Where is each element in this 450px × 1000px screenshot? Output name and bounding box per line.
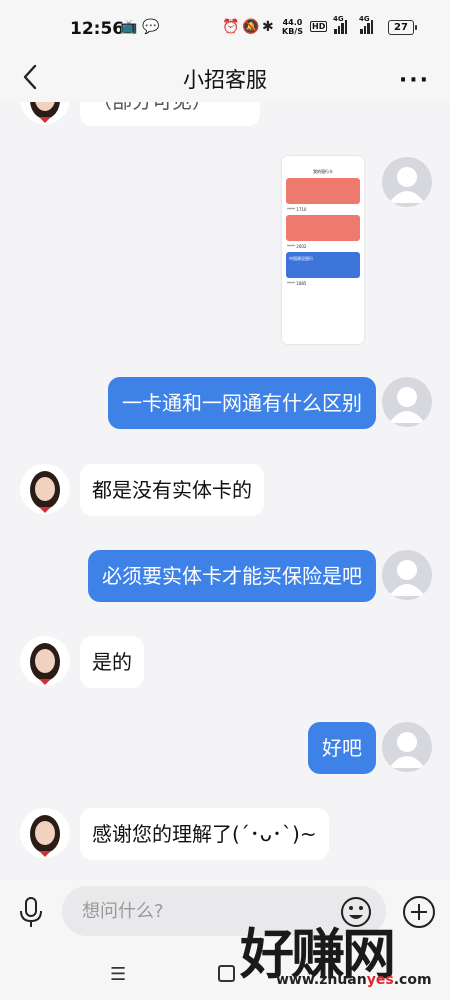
user-avatar-icon (389, 732, 425, 768)
thumb-card-3-label: 中国建设银行 (289, 256, 313, 261)
agent-avatar (20, 636, 70, 686)
message-bubble-user: 必须要实体卡才能买保险是吧 (88, 550, 376, 602)
status-bar: 12:56 📺 💬 ⏰ 🔕 ✱ 44.0 KB/S HD 4G 4G 27 (0, 0, 450, 58)
chat-header: 小招客服 ··· (0, 58, 450, 102)
chat-area[interactable]: （部分可见） 我的银行卡 **** 1710 **** 2602 中国建设银行 … (0, 102, 450, 880)
net-speed: 44.0 KB/S (282, 18, 303, 36)
system-nav-bar: ☰ (0, 944, 450, 1000)
signal-label-2: 4G (359, 15, 370, 23)
agent-avatar (20, 464, 70, 514)
message-bubble-agent: 都是没有实体卡的 (80, 464, 264, 516)
message-bubble-agent: 感谢您的理解了(´･ᴗ･`)~ (80, 808, 329, 860)
microphone-icon[interactable] (18, 896, 44, 928)
thumb-card-1-num: **** 1710 (287, 207, 307, 212)
user-avatar-icon (389, 387, 425, 423)
signal-label-1: 4G (333, 15, 344, 23)
agent-avatar (20, 808, 70, 858)
battery-icon: 27 (388, 20, 417, 35)
plus-circle-icon[interactable] (402, 895, 436, 929)
message-input[interactable] (62, 886, 386, 936)
tv-icon: 📺 (120, 19, 138, 35)
thumb-card-2-num: **** 2602 (287, 244, 307, 249)
home-icon[interactable] (218, 965, 235, 982)
page-title: 小招客服 (183, 68, 267, 92)
bluetooth-icon: ✱ (262, 19, 274, 35)
hd-badge: HD (310, 21, 328, 32)
agent-avatar (20, 102, 70, 124)
user-avatar (382, 377, 432, 427)
message-bubble-user: 一卡通和一网通有什么区别 (108, 377, 376, 429)
signal-icon-2: 4G (359, 15, 373, 34)
thumb-card-1 (286, 178, 360, 204)
signal-icon-1: 4G (333, 15, 347, 34)
message-bubble-agent: （部分可见） (80, 102, 260, 126)
status-time: 12:56 (70, 19, 125, 39)
user-avatar (382, 550, 432, 600)
thumb-card-3: 中国建设银行 (286, 252, 360, 278)
message-bubble-user: 好吧 (308, 722, 376, 774)
net-speed-value: 44.0 (282, 18, 303, 27)
image-message[interactable]: 我的银行卡 **** 1710 **** 2602 中国建设银行 **** 18… (282, 156, 364, 344)
input-bar (0, 880, 450, 944)
mute-icon: 🔕 (242, 19, 260, 35)
agent-avatar-image (20, 464, 70, 514)
thumb-card-3-num: **** 1885 (287, 281, 307, 286)
user-avatar (382, 722, 432, 772)
menu-icon[interactable]: ☰ (110, 964, 126, 985)
thumb-card-2 (286, 215, 360, 241)
thumb-status (282, 156, 364, 168)
more-dots-icon[interactable]: ··· (399, 68, 430, 93)
net-speed-unit: KB/S (282, 27, 303, 36)
thumb-title: 我的银行卡 (313, 169, 333, 174)
alarm-icon: ⏰ (222, 19, 240, 35)
user-avatar-icon (389, 167, 425, 203)
agent-avatar-image (20, 102, 70, 124)
agent-avatar-image (20, 636, 70, 686)
user-avatar (382, 157, 432, 207)
message-bubble-agent: 是的 (80, 636, 144, 688)
wechat-icon: 💬 (142, 19, 160, 35)
emoji-icon[interactable] (340, 896, 372, 928)
agent-avatar-image (20, 808, 70, 858)
user-avatar-icon (389, 560, 425, 596)
